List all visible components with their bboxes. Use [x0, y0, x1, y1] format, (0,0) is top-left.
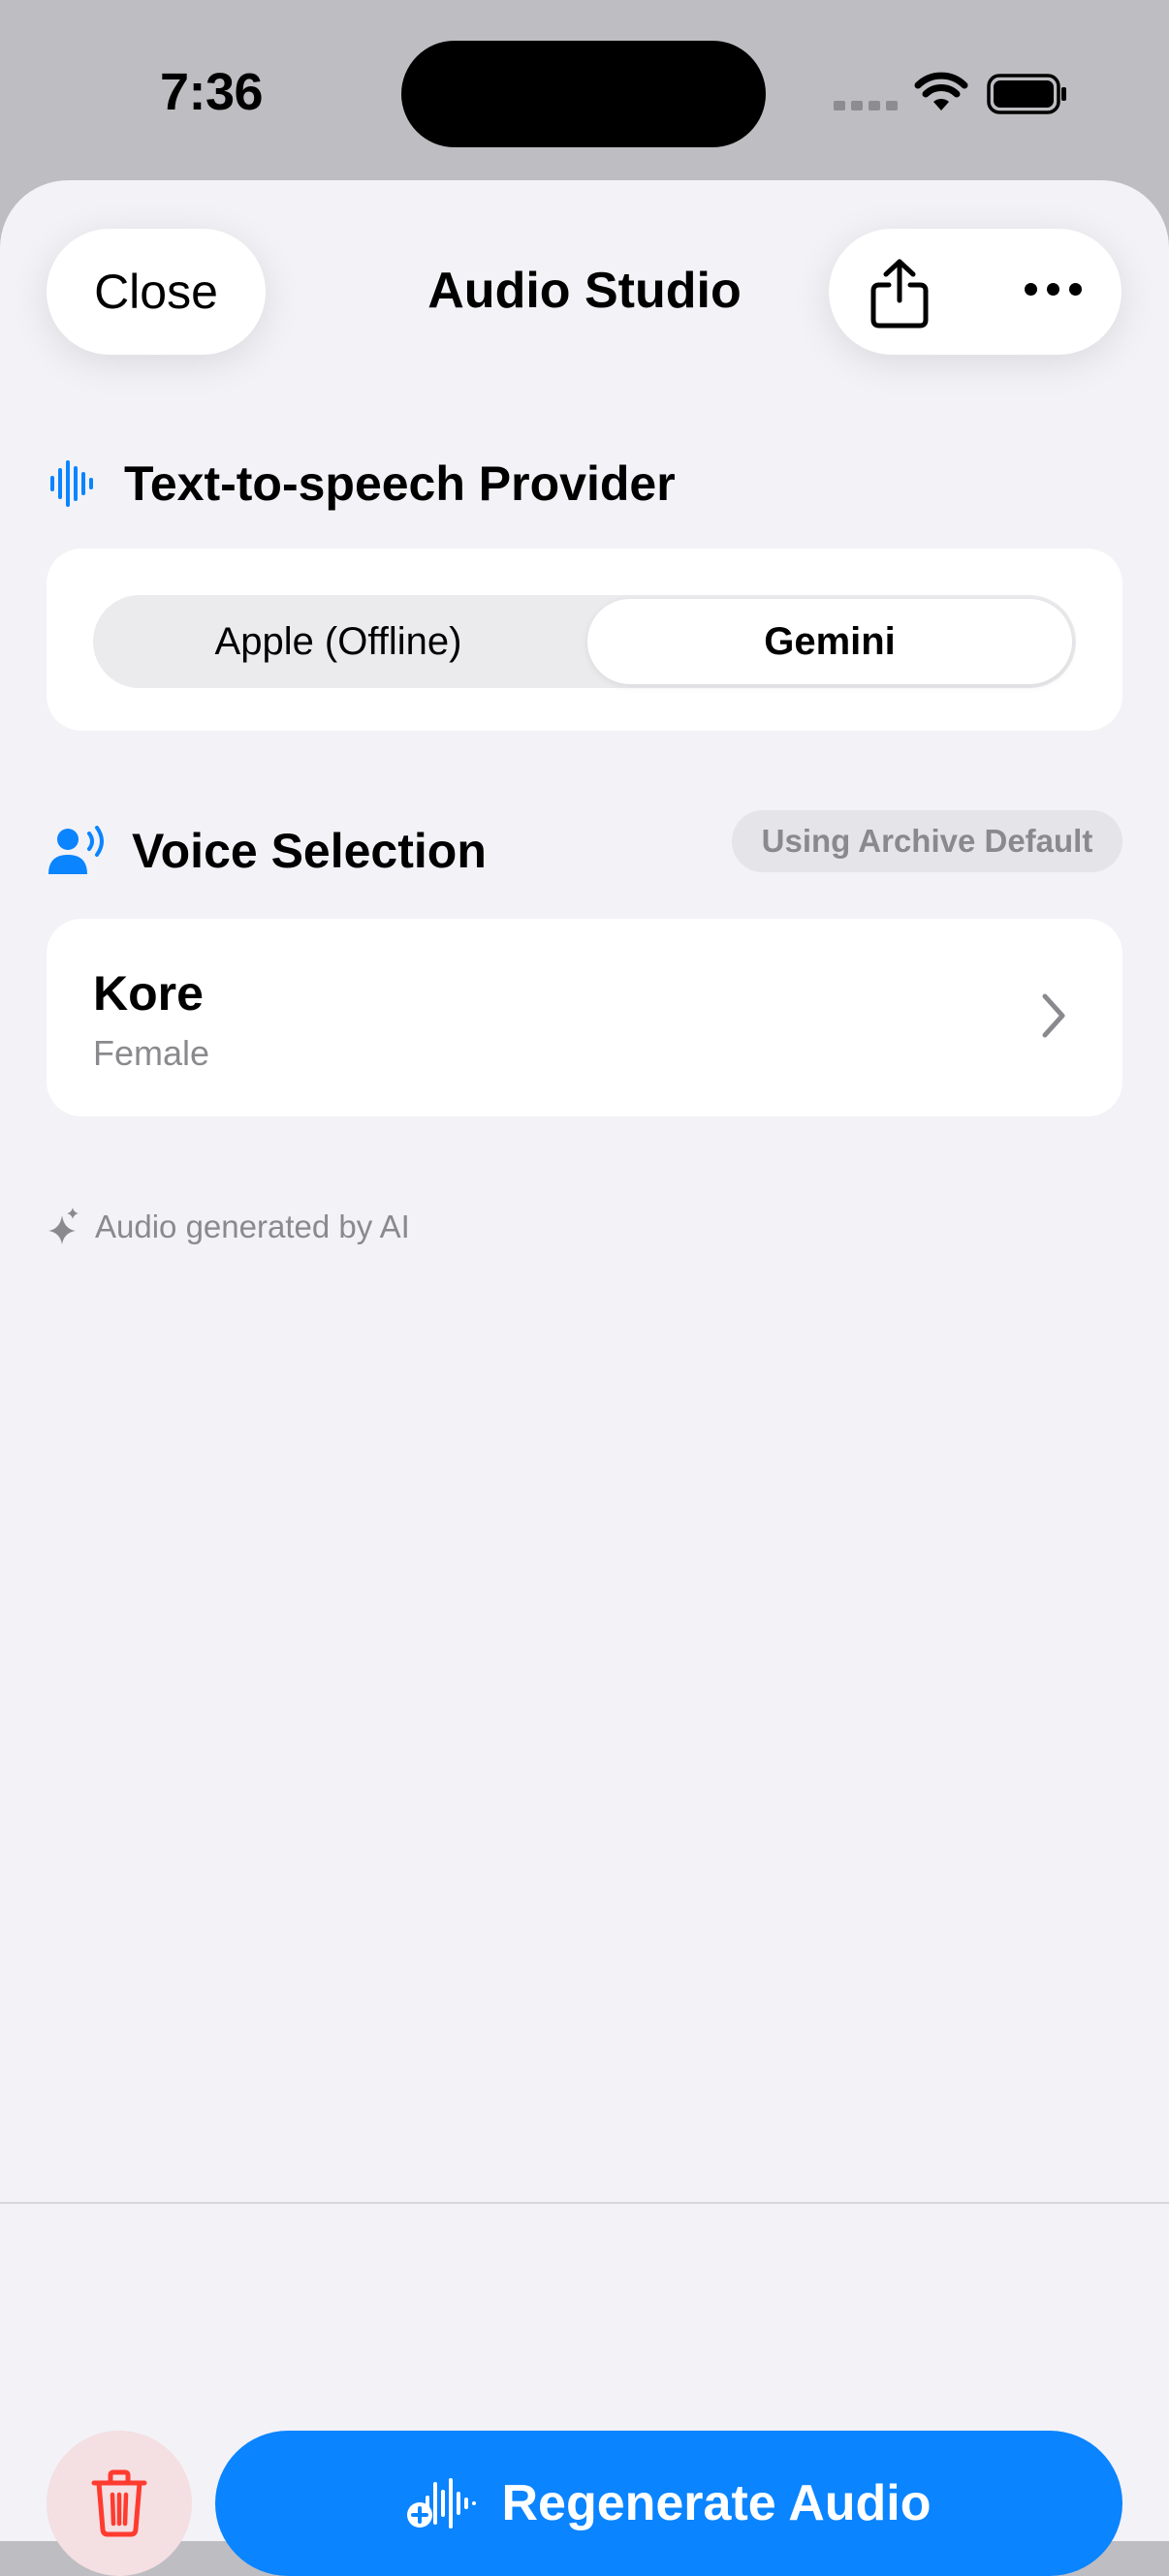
- trash-icon: [91, 2469, 147, 2537]
- status-bar: 7:36: [0, 0, 1169, 184]
- delete-audio-button[interactable]: [47, 2431, 192, 2576]
- share-icon[interactable]: [868, 258, 932, 330]
- voice-gender: Female: [93, 1033, 210, 1073]
- chevron-right-icon: [1042, 993, 1065, 1038]
- dynamic-island: [401, 41, 766, 147]
- ai-note-text: Audio generated by AI: [95, 1209, 410, 1244]
- regenerate-audio-label: Regenerate Audio: [501, 2475, 932, 2531]
- voice-selection-row[interactable]: Kore Female: [47, 919, 1122, 1116]
- header-actions: [829, 229, 1122, 355]
- waveform-plus-icon: [407, 2478, 477, 2529]
- provider-section-header: Text-to-speech Provider: [48, 456, 676, 512]
- provider-card: Apple (Offline) Gemini: [47, 549, 1122, 731]
- battery-icon: [987, 74, 1066, 114]
- person-speaking-icon: [48, 826, 104, 874]
- waveform-icon: [50, 460, 93, 507]
- voice-section-header: Voice Selection: [48, 823, 487, 879]
- segment-apple-offline[interactable]: Apple (Offline): [93, 595, 584, 688]
- audio-studio-sheet: Close Audio Studio Text-to-speech Provid…: [0, 180, 1169, 2576]
- segment-gemini[interactable]: Gemini: [587, 599, 1072, 684]
- regenerate-audio-button[interactable]: Regenerate Audio: [215, 2431, 1122, 2576]
- voice-name: Kore: [93, 966, 204, 1021]
- voice-section-title: Voice Selection: [132, 824, 487, 878]
- provider-section-title: Text-to-speech Provider: [124, 456, 676, 511]
- archive-default-badge: Using Archive Default: [732, 810, 1122, 872]
- sparkles-icon: [48, 1208, 79, 1244]
- ai-generated-note: Audio generated by AI: [48, 1208, 410, 1246]
- cellular-icon: [834, 101, 898, 110]
- status-time: 7:36: [160, 63, 264, 121]
- more-options-icon[interactable]: [1025, 283, 1082, 296]
- wifi-icon: [914, 72, 968, 110]
- provider-segmented-control: Apple (Offline) Gemini: [93, 595, 1076, 688]
- footer-divider: [0, 2202, 1169, 2204]
